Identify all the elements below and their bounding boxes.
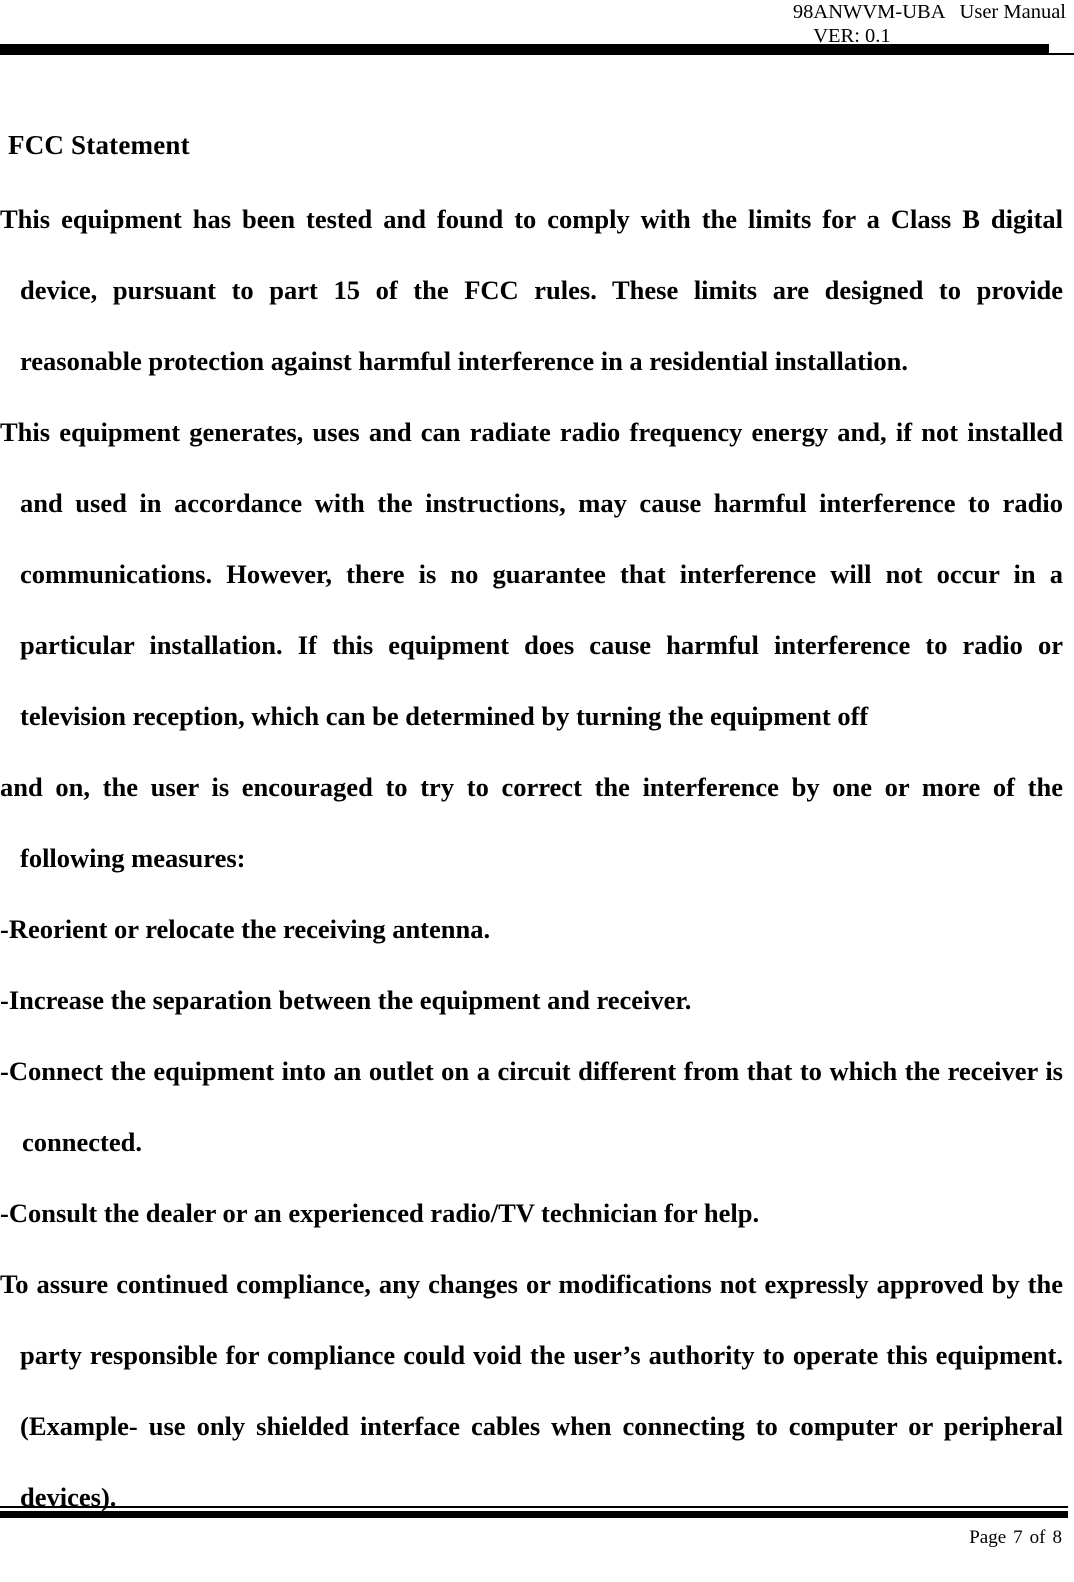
paragraph-corrective-measures-intro: and on, the user is encouraged to try to… xyxy=(0,772,1063,873)
paragraph-fcc-tested: This equipment has been tested and found… xyxy=(0,204,1063,376)
header-model-number: 98ANWVM-UBA xyxy=(792,1,946,23)
list-item-consult-dealer: -Consult the dealer or an experienced ra… xyxy=(0,1198,760,1228)
list-item-reorient-antenna: -Reorient or relocate the receiving ante… xyxy=(0,914,491,944)
list-item-increase-separation: -Increase the separation between the equ… xyxy=(0,985,692,1015)
header-document-type: User Manual xyxy=(959,1,1066,23)
paragraph-fcc-interference: This equipment generates, uses and can r… xyxy=(0,417,1063,731)
footer-total-pages: 8 xyxy=(1052,1527,1063,1548)
page-header: 98ANWVM-UBA User Manual VER: 0.1 xyxy=(0,0,1074,55)
footer-rule-thin xyxy=(0,1506,1068,1508)
list-item-different-circuit: -Connect the equipment into an outlet on… xyxy=(0,1056,1063,1157)
header-line-model-doctype: 98ANWVM-UBA User Manual xyxy=(793,0,1066,24)
footer-page-label: Page xyxy=(969,1527,1007,1548)
page-content: FCC Statement This equipment has been te… xyxy=(0,128,1063,1533)
header-text-block: 98ANWVM-UBA User Manual VER: 0.1 xyxy=(793,0,1066,48)
footer-rule-thick xyxy=(0,1511,1068,1518)
document-page: 98ANWVM-UBA User Manual VER: 0.1 FCC Stat… xyxy=(0,0,1074,1582)
page-footer: Page 7 of 8 xyxy=(0,1496,1074,1582)
header-rule-thick xyxy=(0,44,1049,55)
page-number-indicator: Page 7 of 8 xyxy=(969,1526,1062,1550)
section-title: FCC Statement xyxy=(8,130,190,160)
footer-of-label: of xyxy=(1029,1527,1046,1548)
footer-page-number: 7 xyxy=(1013,1527,1023,1548)
paragraph-compliance-notice: To assure continued compliance, any chan… xyxy=(0,1269,1063,1512)
